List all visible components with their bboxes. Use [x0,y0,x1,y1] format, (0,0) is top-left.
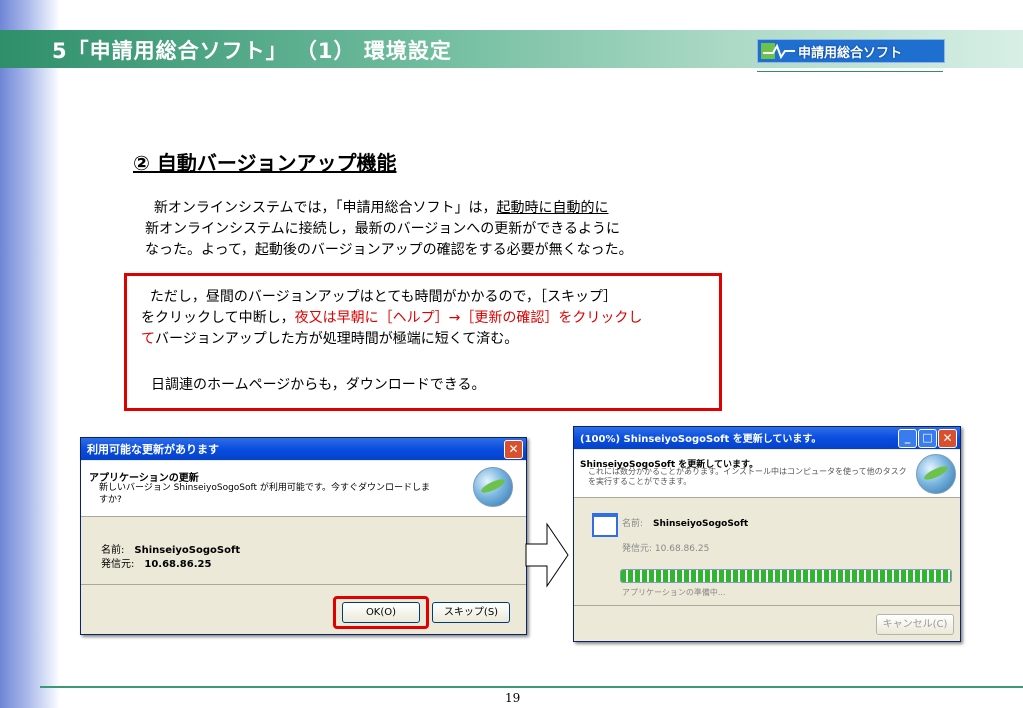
header-underline [757,71,943,72]
right-arrow-icon [525,522,569,588]
logo-wave-icon [761,43,795,59]
product-logo: 申請用総合ソフト [757,39,945,63]
globe-icon [473,467,513,507]
dialog-divider [574,605,960,606]
section-title: ② 自動バージョンアップ機能 [133,151,397,175]
description-paragraph: 新オンラインシステムでは，「申請用総合ソフト」は，起動時に自動的に 新オンライン… [145,198,725,261]
paragraph-line-3: なった。よって，起動後のバージョンアップの確認をする必要が無くなった。 [145,242,633,258]
updating-dialog: (100%) ShinseiyoSogoSoft を更新しています。 _ □ ✕… [573,426,961,642]
notice-line-3: てバージョンアップした方が処理時間が極端に短くて済む。 [141,331,519,347]
slide-header: 5「申請用総合ソフト」 （1） 環境設定 申請用総合ソフト [0,30,1023,68]
notice-text: ただし，昼間のバージョンアップはとても時間がかかるので，［スキップ］ をクリック… [141,287,719,350]
logo-text: 申請用総合ソフト [798,46,903,61]
close-icon[interactable]: ✕ [938,429,957,448]
dialog-header-area: アプリケーションの更新 新しいバージョン ShinseiyoSogoSoft が… [81,461,526,517]
globe-icon [916,454,956,494]
window-icon [592,513,618,537]
dialog-titlebar[interactable]: (100%) ShinseiyoSogoSoft を更新しています。 _ □ ✕ [574,427,960,449]
page-number: 19 [505,691,521,705]
progress-bar [620,569,952,583]
dialog-divider [81,584,526,585]
download-note: 日調連のホームページからも，ダウンロードできる。 [151,377,486,393]
cancel-button[interactable]: キャンセル(C) [876,614,954,635]
dialog-message: これには数分かかることがあります。インストール中はコンピュータを使って他のタスク… [588,467,907,486]
underlined-phrase: 起動時に自動的に [496,200,609,216]
ok-button[interactable]: OK(O) [342,602,420,623]
close-icon[interactable]: ✕ [504,440,523,459]
footer-line [40,686,1023,688]
notice-highlight: 夜又は早朝に［ヘルプ］→［更新の確認］をクリックし [294,310,643,326]
app-name-row: 名前: ShinseiyoSogoSoft [622,519,749,529]
dialog-title: 利用可能な更新があります [87,443,219,456]
minimize-icon[interactable]: _ [898,429,917,448]
slide-title: 5「申請用総合ソフト」 （1） 環境設定 [52,39,452,63]
dialog-title: (100%) ShinseiyoSogoSoft を更新しています。 [580,434,822,445]
progress-fill [621,570,951,582]
dialog-message: 新しいバージョン ShinseiyoSogoSoft が利用可能です。今すぐダウ… [99,483,431,505]
notice-line-2: をクリックして中断し，夜又は早朝に［ヘルプ］→［更新の確認］をクリックし [141,310,643,326]
publisher-row: 発信元: 10.68.86.25 [101,559,212,570]
dialog-titlebar[interactable]: 利用可能な更新があります ✕ [81,438,526,460]
publisher-row: 発信元: 10.68.86.25 [622,544,710,554]
notice-line-1: ただし，昼間のバージョンアップはとても時間がかかるので，［スキップ］ [149,289,617,305]
maximize-icon[interactable]: □ [918,429,937,448]
skip-button[interactable]: スキップ(S) [432,602,510,623]
app-name-row: 名前: ShinseiyoSogoSoft [101,545,241,556]
notice-box: ただし，昼間のバージョンアップはとても時間がかかるので，［スキップ］ をクリック… [124,273,722,411]
left-gradient-bar [0,0,60,708]
update-available-dialog: 利用可能な更新があります ✕ アプリケーションの更新 新しいバージョン Shin… [80,437,527,635]
paragraph-line-1: 新オンラインシステムでは，「申請用総合ソフト」は，起動時に自動的に [153,200,609,216]
status-text: アプリケーションの準備中... [622,588,726,597]
paragraph-line-2: 新オンラインシステムに接続し，最新のバージョンへの更新ができるように [145,221,621,237]
dialog-header-area: ShinseiyoSogoSoft を更新しています。 これには数分かかることが… [574,450,960,498]
